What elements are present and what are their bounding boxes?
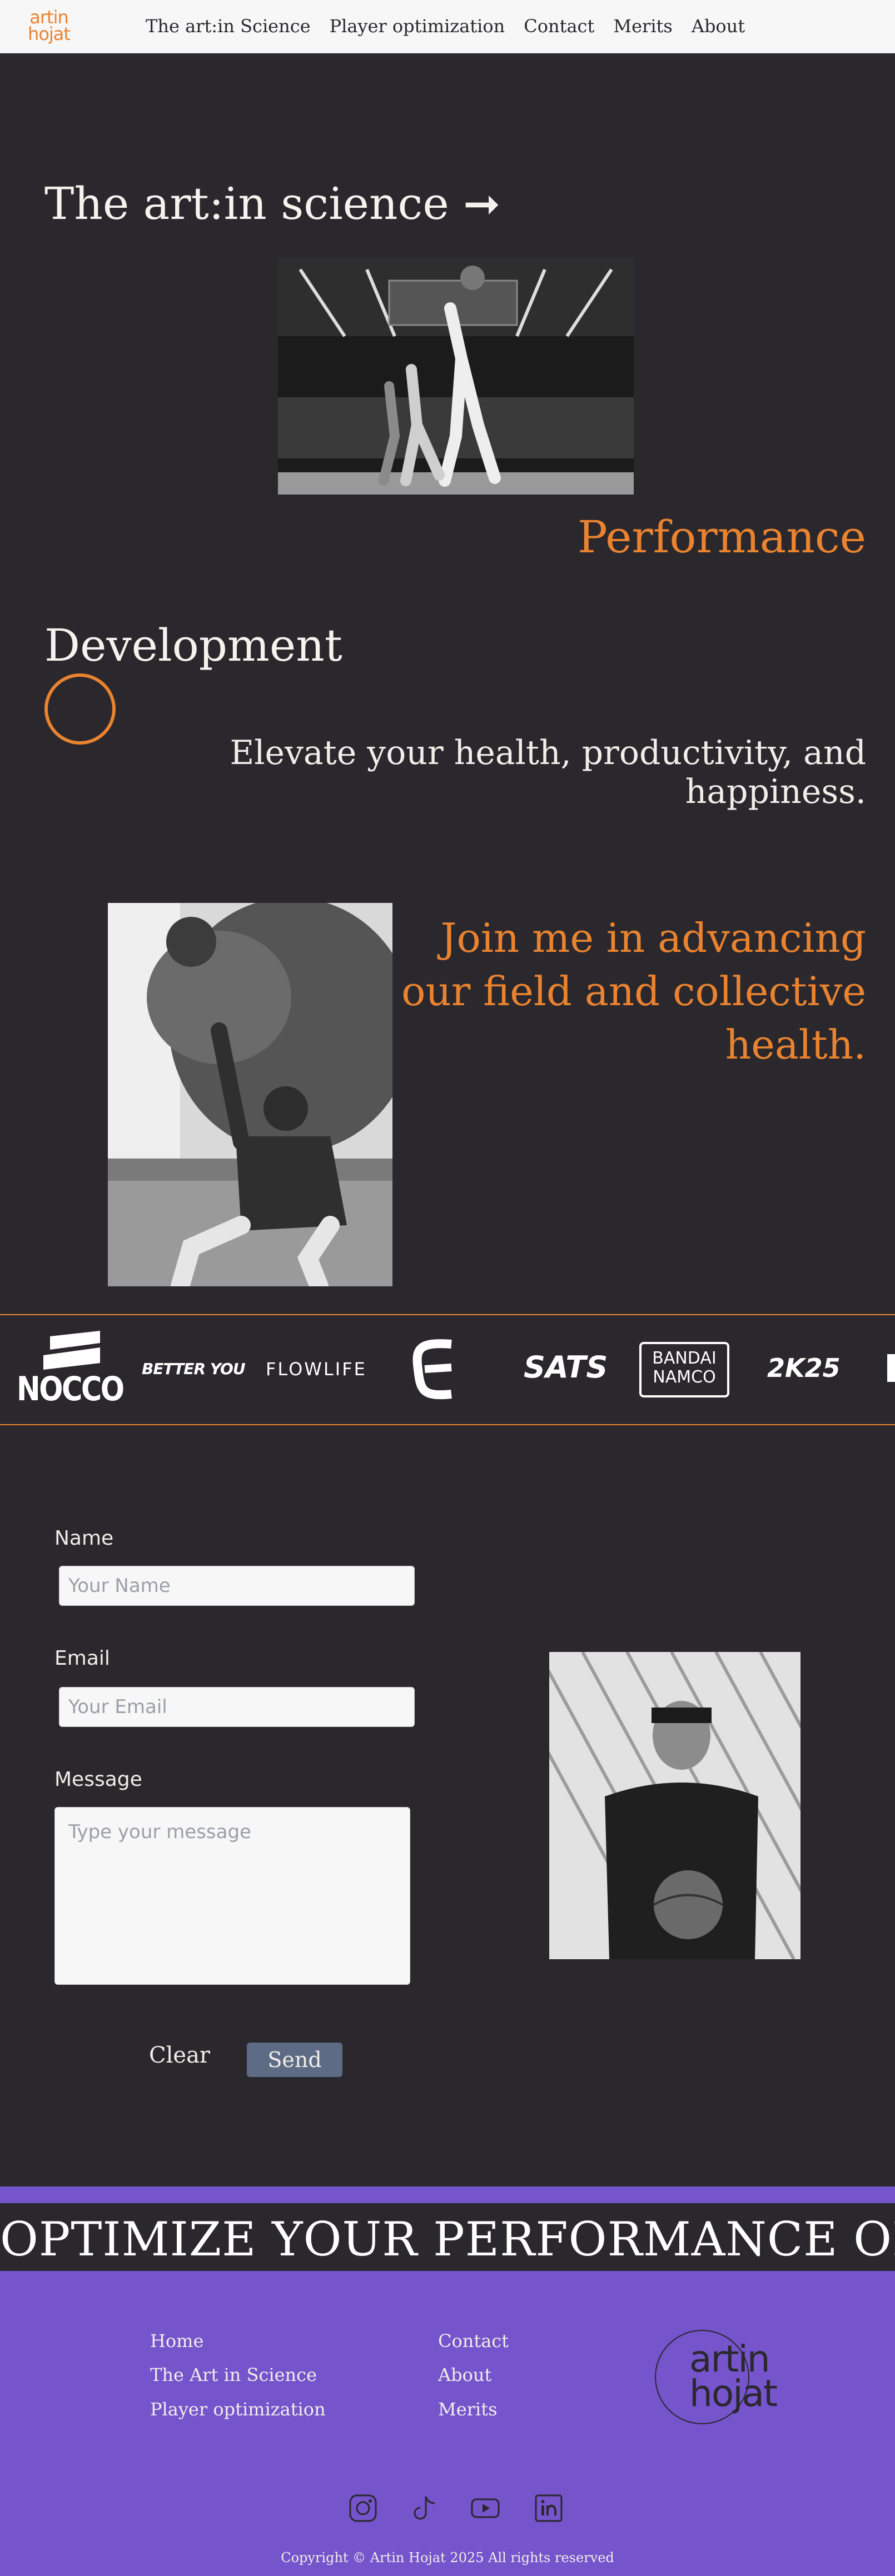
join-heading: Join me in advancing our field and colle…: [401, 915, 866, 1068]
sponsor-e-logo-icon: [412, 1339, 457, 1402]
footer-logo-line-1: artin: [689, 2338, 770, 2380]
message-textarea[interactable]: [54, 1807, 410, 1985]
sponsor-better-you: BETTER YOU: [142, 1360, 246, 1378]
marquee-top-strip: [0, 2186, 895, 2203]
performance-heading: Performance: [577, 511, 866, 563]
footer-link-merits[interactable]: Merits: [438, 2399, 498, 2420]
message-label: Message: [54, 1768, 142, 1791]
sponsor-partial-logo: [887, 1354, 895, 1382]
logo-line-2: hojat: [28, 23, 71, 44]
footer-link-contact[interactable]: Contact: [438, 2330, 509, 2352]
arrow-right-icon: ➞: [463, 178, 501, 229]
footer-logo[interactable]: artin hojat: [689, 2338, 784, 2415]
footer-link-art-in-science[interactable]: The Art in Science: [150, 2364, 317, 2385]
email-input[interactable]: [59, 1687, 415, 1727]
nav-link-merits[interactable]: Merits: [613, 16, 673, 37]
player-portrait-photo: [108, 903, 392, 1286]
nav-link-contact[interactable]: Contact: [524, 16, 594, 37]
basketball-dunk-photo: [278, 258, 634, 495]
tiktok-icon[interactable]: [409, 2493, 439, 2523]
copyright-text: Copyright © Artin Hojat 2025 All rights …: [281, 2550, 614, 2565]
namco-text: NAMCO: [653, 1367, 716, 1387]
footer: Home The Art in Science Player optimizat…: [0, 2271, 895, 2576]
top-navigation: artin hojat The art:in Science Player op…: [0, 0, 895, 53]
development-heading: Development: [44, 620, 342, 671]
sponsor-bandai-namco: BANDAI NAMCO: [639, 1342, 729, 1397]
tagline: Elevate your health, productivity, and h…: [230, 733, 866, 811]
youtube-icon[interactable]: [470, 2493, 500, 2523]
sponsor-flowlife: FLOWLIFE: [266, 1359, 367, 1380]
linkedin-icon[interactable]: [534, 2493, 564, 2523]
bandai-text: BANDAI: [652, 1349, 717, 1368]
sponsor-nocco-logo: NOCCO: [17, 1331, 125, 1409]
nav-link-about[interactable]: About: [692, 16, 745, 37]
marquee-banner: OPTIMIZE YOUR PERFORMANCE OPTIMIZE YOUR …: [0, 2203, 895, 2271]
player-with-ball-photo: [549, 1652, 800, 1959]
footer-logo-line-2: hojat: [689, 2372, 778, 2415]
instagram-icon[interactable]: [348, 2493, 378, 2523]
hero-title-link[interactable]: The art:in science ➞: [44, 178, 500, 229]
footer-link-about[interactable]: About: [438, 2364, 491, 2385]
sponsor-2k25: 2K25: [767, 1353, 841, 1383]
nav-links: The art:in Science Player optimization C…: [146, 16, 745, 37]
clear-button[interactable]: Clear: [149, 2043, 210, 2068]
footer-link-home[interactable]: Home: [150, 2330, 203, 2352]
footer-link-player-optimization[interactable]: Player optimization: [150, 2399, 326, 2420]
site-logo[interactable]: artin hojat: [27, 8, 71, 47]
marquee-text: OPTIMIZE YOUR PERFORMANCE OPTIMIZE YOUR …: [0, 2212, 895, 2267]
sponsor-sats: SATS: [524, 1350, 608, 1385]
name-input[interactable]: [59, 1566, 415, 1606]
name-label: Name: [54, 1527, 114, 1550]
sponsor-band: NOCCO BETTER YOU FLOWLIFE SATS BANDAI NA…: [0, 1314, 895, 1425]
nav-link-player-optimization[interactable]: Player optimization: [330, 16, 505, 37]
circle-decoration: [44, 673, 116, 745]
send-button[interactable]: Send: [247, 2043, 342, 2077]
sponsor-nocco: NOCCO: [17, 1370, 125, 1409]
email-label: Email: [54, 1647, 110, 1670]
nav-link-art-in-science[interactable]: The art:in Science: [146, 16, 311, 37]
hero-title: The art:in science: [44, 178, 449, 229]
